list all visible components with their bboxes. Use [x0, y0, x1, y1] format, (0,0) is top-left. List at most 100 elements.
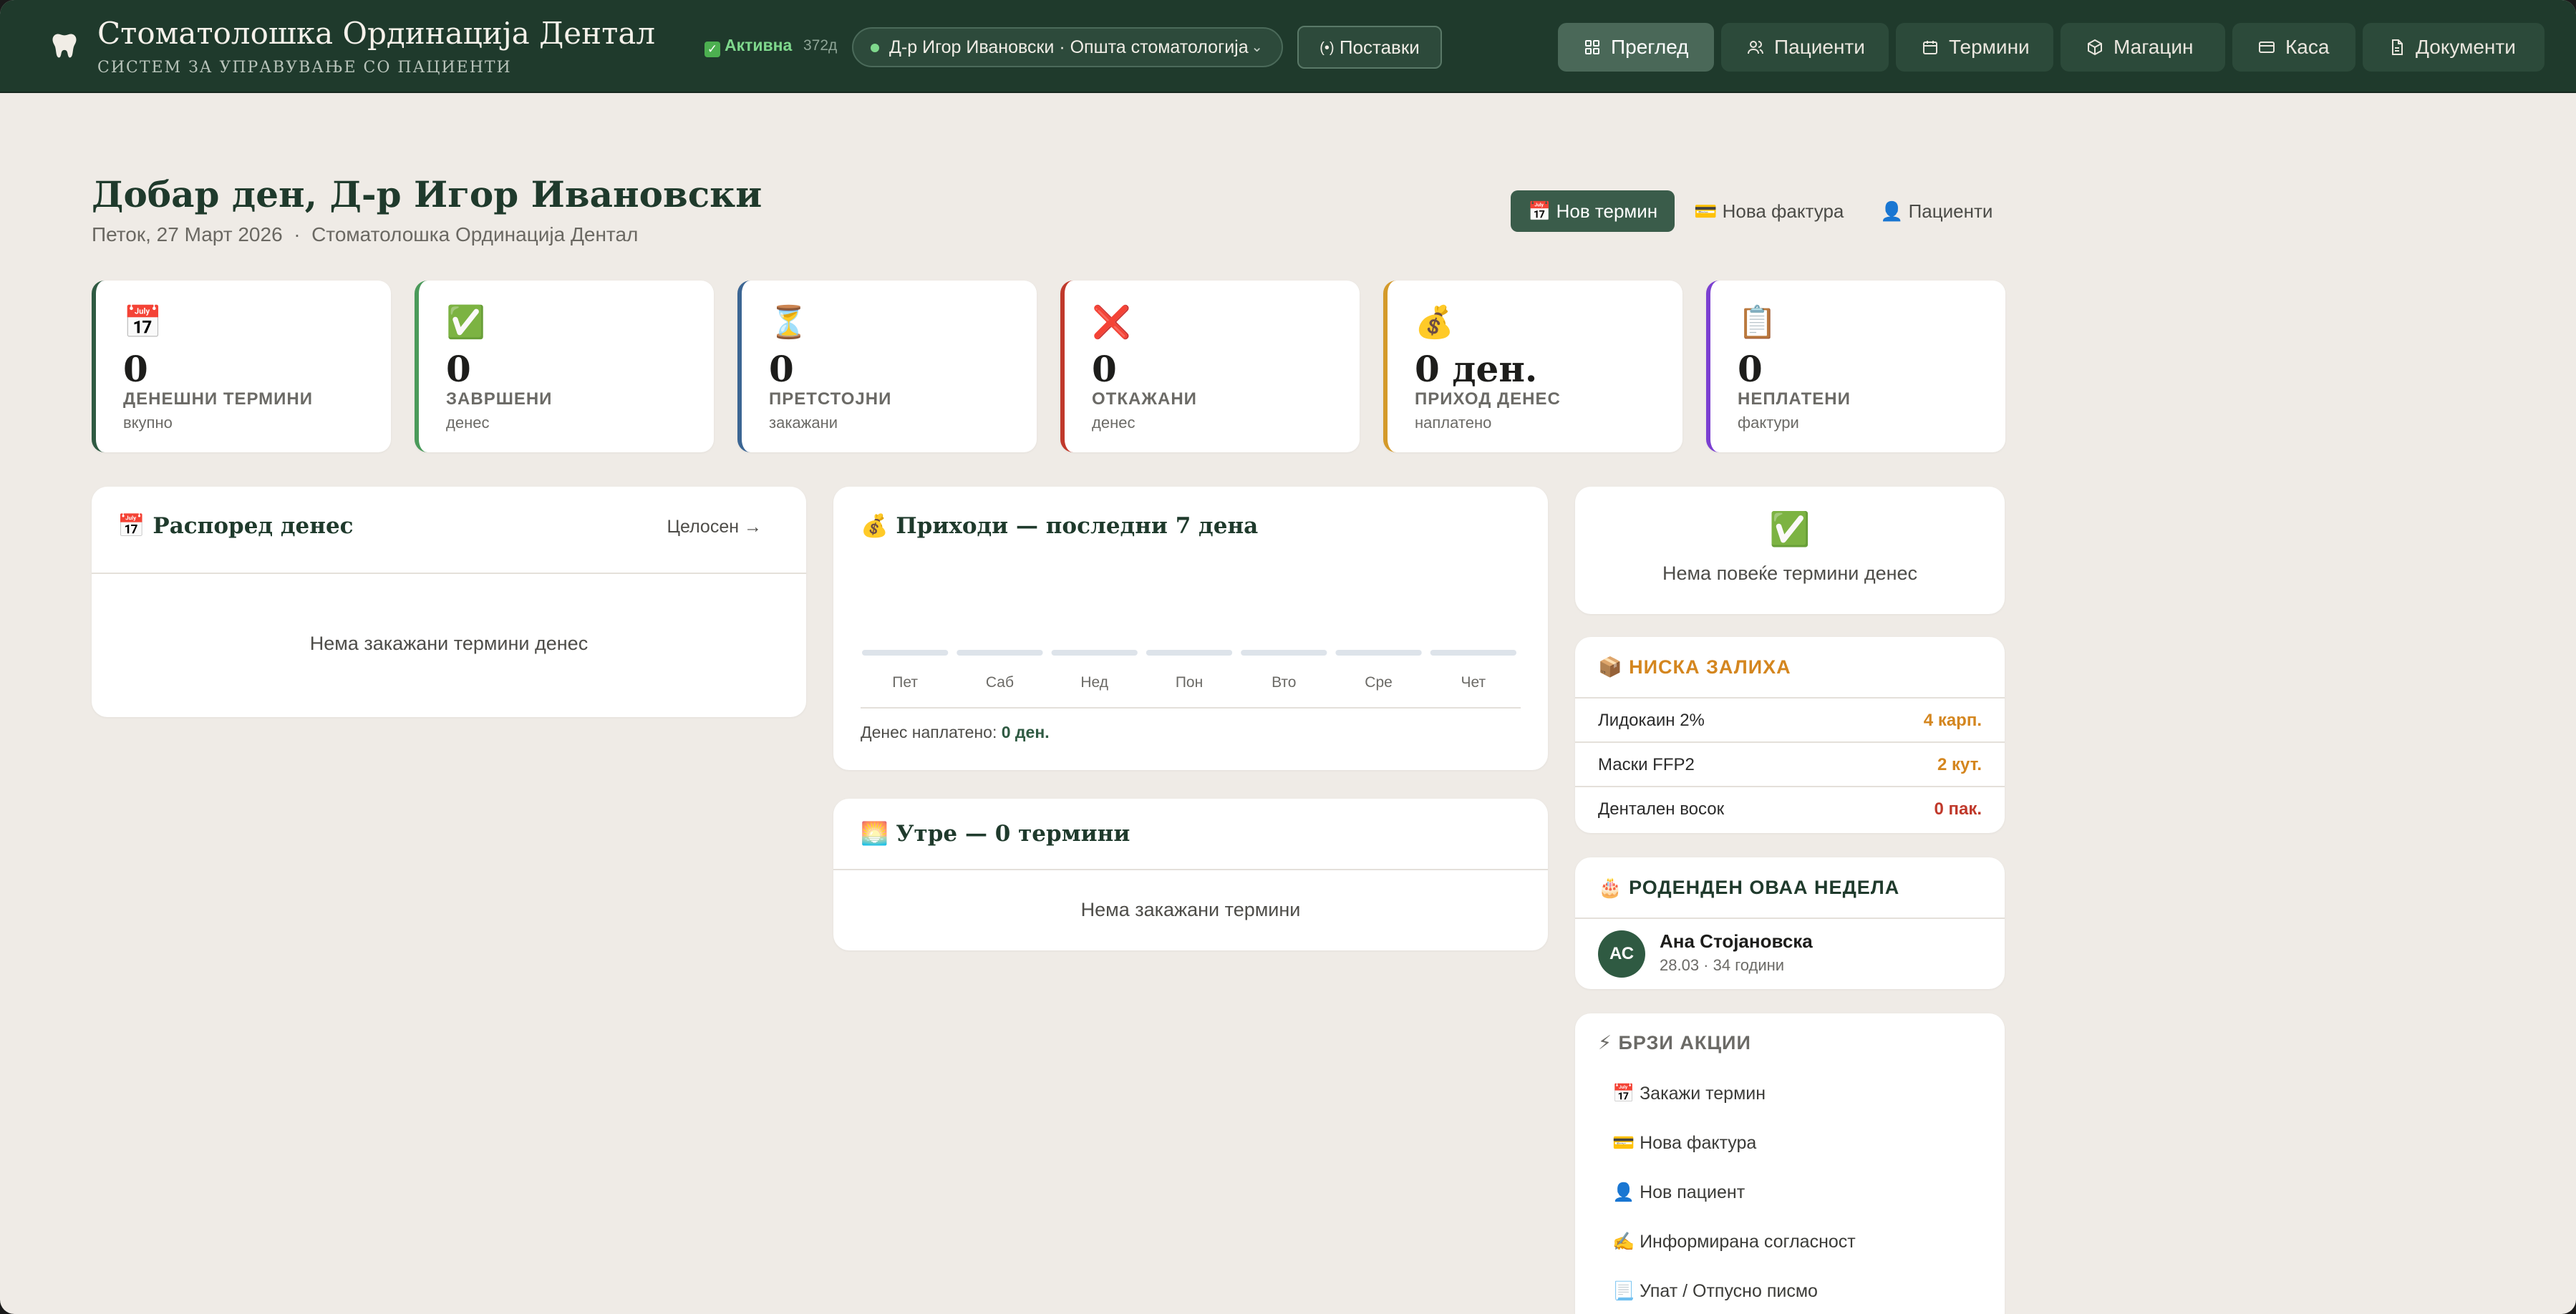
stat-card-completed[interactable]: ✅ 0 ЗАВРШЕНИ денес [415, 281, 714, 452]
settings-button[interactable]: (•) Поставки [1297, 26, 1442, 69]
chart-day-label: Пет [892, 674, 918, 691]
hourglass-icon: ⏳ [769, 305, 808, 340]
check-icon: ✅ [446, 305, 485, 340]
low-stock-panel: 📦 НИСКА ЗАЛИХА Лидокаин 2% 4 карп. Маски… [1575, 637, 2005, 833]
panel-title: 🌅 Утре — 0 термини [861, 821, 1130, 847]
date-line: Петок, 27 Март 2026 · Стоматолошка Ордин… [92, 223, 639, 245]
revenue-chart [862, 650, 1516, 656]
stat-value: 0 [1738, 348, 1763, 390]
chevron-down-icon: ⌄ [1251, 39, 1263, 55]
chart-bar [1430, 650, 1516, 656]
divider [833, 869, 1548, 870]
stock-qty: 4 карп. [1923, 711, 1982, 730]
chart-day-label: Сре [1365, 674, 1393, 691]
empty-state: Нема закажани термини [1080, 899, 1301, 920]
stat-card-revenue[interactable]: 💰 0 ден. ПРИХОД ДЕНЕС наплатено [1383, 281, 1682, 452]
quick-action-invoice[interactable]: 💳 Нова фактура [1612, 1133, 1756, 1154]
stat-label: ПРИХОД ДЕНЕС [1415, 389, 1561, 409]
stat-sub: закажани [769, 414, 838, 432]
users-icon [1748, 41, 1763, 54]
stat-value: 0 [769, 348, 794, 390]
nav-overview[interactable]: Преглед [1558, 23, 1714, 72]
stat-label: ДЕНЕШНИ ТЕРМИНИ [123, 389, 313, 409]
app-subtitle: СИСТЕМ ЗА УПРАВУВАЊЕ СО ПАЦИЕНТИ [97, 59, 512, 77]
empty-state: Нема закажани термини денес [309, 633, 589, 654]
nav-label: Преглед [1611, 36, 1689, 58]
nav-patients[interactable]: Пациенти [1721, 23, 1889, 72]
status-label: Активна [725, 36, 793, 54]
birthday-name[interactable]: Ана Стојановска [1660, 930, 1813, 953]
stat-value: 0 [446, 348, 471, 390]
avatar: АС [1598, 930, 1645, 978]
tomorrow-panel: 🌅 Утре — 0 термини Нема закажани термини [833, 799, 1548, 950]
no-more-text: Нема повеќе термини денес [1662, 563, 1918, 584]
full-schedule-link[interactable]: Целосен → [667, 517, 762, 537]
chart-day-label: Нед [1080, 674, 1109, 691]
chart-bar [1146, 650, 1233, 656]
new-appointment-button[interactable]: 📅 Нов термин [1511, 190, 1675, 232]
stock-row[interactable]: Маски FFP2 2 кут. [1575, 741, 2005, 786]
nav-label: Каса [2285, 36, 2330, 58]
low-stock-title: 📦 НИСКА ЗАЛИХА [1598, 656, 1791, 678]
nav-appointments[interactable]: Термини [1896, 23, 2053, 72]
chart-day-label: Пон [1175, 674, 1204, 691]
quick-action-schedule[interactable]: 📅 Закажи термин [1612, 1084, 1766, 1104]
stat-label: НЕПЛАТЕНИ [1738, 389, 1851, 409]
stat-card-unpaid[interactable]: 📋 0 НЕПЛАТЕНИ фактури [1706, 281, 2005, 452]
stat-card-cancelled[interactable]: ❌ 0 ОТКАЖАНИ денес [1060, 281, 1360, 452]
money-bag-icon: 💰 [1415, 305, 1454, 340]
settings-label: Поставки [1339, 36, 1420, 58]
cross-icon: ❌ [1092, 305, 1131, 340]
stat-value: 0 [123, 348, 148, 390]
birthday-detail: 28.03 · 34 години [1660, 956, 1785, 974]
chart-bar [1335, 650, 1422, 656]
quick-action-consent[interactable]: ✍️ Информирана согласност [1612, 1232, 1856, 1252]
stock-name: Лидокаин 2% [1598, 711, 1705, 730]
stat-card-upcoming[interactable]: ⏳ 0 ПРЕТСТОЈНИ закажани [737, 281, 1037, 452]
calendar-icon: 📅 [123, 305, 163, 340]
nav-cashier[interactable]: Каса [2232, 23, 2355, 72]
stat-sub: денес [1092, 414, 1136, 432]
status-badge: ✓ Активна [704, 36, 792, 57]
stat-card-today[interactable]: 📅 0 ДЕНЕШНИ ТЕРМИНИ вкупно [92, 281, 391, 452]
nav-label: Документи [2416, 36, 2516, 58]
doctor-select[interactable]: Д-р Игор Ивановски · Општа стоматологија… [852, 27, 1283, 67]
chart-bar [862, 650, 949, 656]
stock-row[interactable]: Лидокаин 2% 4 карп. [1575, 697, 2005, 741]
stat-label: ПРЕТСТОЈНИ [769, 389, 892, 409]
stat-sub: фактури [1738, 414, 1799, 432]
card-icon [2259, 42, 2275, 53]
check-icon: ✅ [1769, 510, 1811, 548]
patients-button[interactable]: 👤 Пациенти [1880, 190, 1992, 232]
nav-inventory[interactable]: Магацин [2061, 23, 2225, 72]
quick-action-new-patient[interactable]: 👤 Нов пациент [1612, 1182, 1745, 1203]
quick-action-referral[interactable]: 📃 Упат / Отпусно писмо [1612, 1281, 1818, 1302]
chart-bar [1051, 650, 1138, 656]
paid-label: Денес наплатено: [861, 723, 997, 741]
new-invoice-button[interactable]: 💳 Нова фактура [1694, 190, 1844, 232]
revenue-panel: 💰 Приходи — последни 7 дена Пет Саб Нед Пон… [833, 487, 1548, 770]
quick-actions-panel: ⚡ БРЗИ АКЦИИ 📅 Закажи термин 💳 Нова факт… [1575, 1013, 2005, 1314]
days-left: 372д [803, 37, 838, 54]
stat-label: ЗАВРШЕНИ [446, 389, 553, 409]
page-title: Добар ден, Д-р Игор Ивановски [92, 173, 762, 215]
clipboard-icon: 📋 [1738, 305, 1777, 340]
paid-value: 0 ден. [1001, 723, 1050, 741]
stat-sub: наплатено [1415, 414, 1492, 432]
online-dot-icon [871, 44, 879, 52]
panel-title: 📅 Распоред денес [117, 513, 354, 539]
document-icon [2392, 39, 2403, 55]
doctor-select-label: Д-р Игор Ивановски · Општа стоматологија [889, 37, 1249, 57]
chart-day-label: Вто [1272, 674, 1297, 691]
nav-documents[interactable]: Документи [2363, 23, 2544, 72]
stat-value: 0 [1092, 348, 1117, 390]
stock-row[interactable]: Дентален восок 0 пак. [1575, 786, 2005, 830]
broadcast-icon: (•) [1320, 40, 1335, 56]
chart-bar [1241, 650, 1327, 656]
stock-name: Дентален восок [1598, 799, 1725, 819]
birthdays-title: 🎂 РОДЕНДЕН ОВАА НЕДЕЛА [1598, 877, 1900, 898]
stock-qty: 2 кут. [1937, 755, 1982, 774]
check-icon: ✓ [704, 42, 720, 57]
top-bar: Стоматолошка Ординација Дентал СИСТЕМ ЗА… [0, 0, 2576, 93]
tooth-icon [52, 34, 77, 58]
